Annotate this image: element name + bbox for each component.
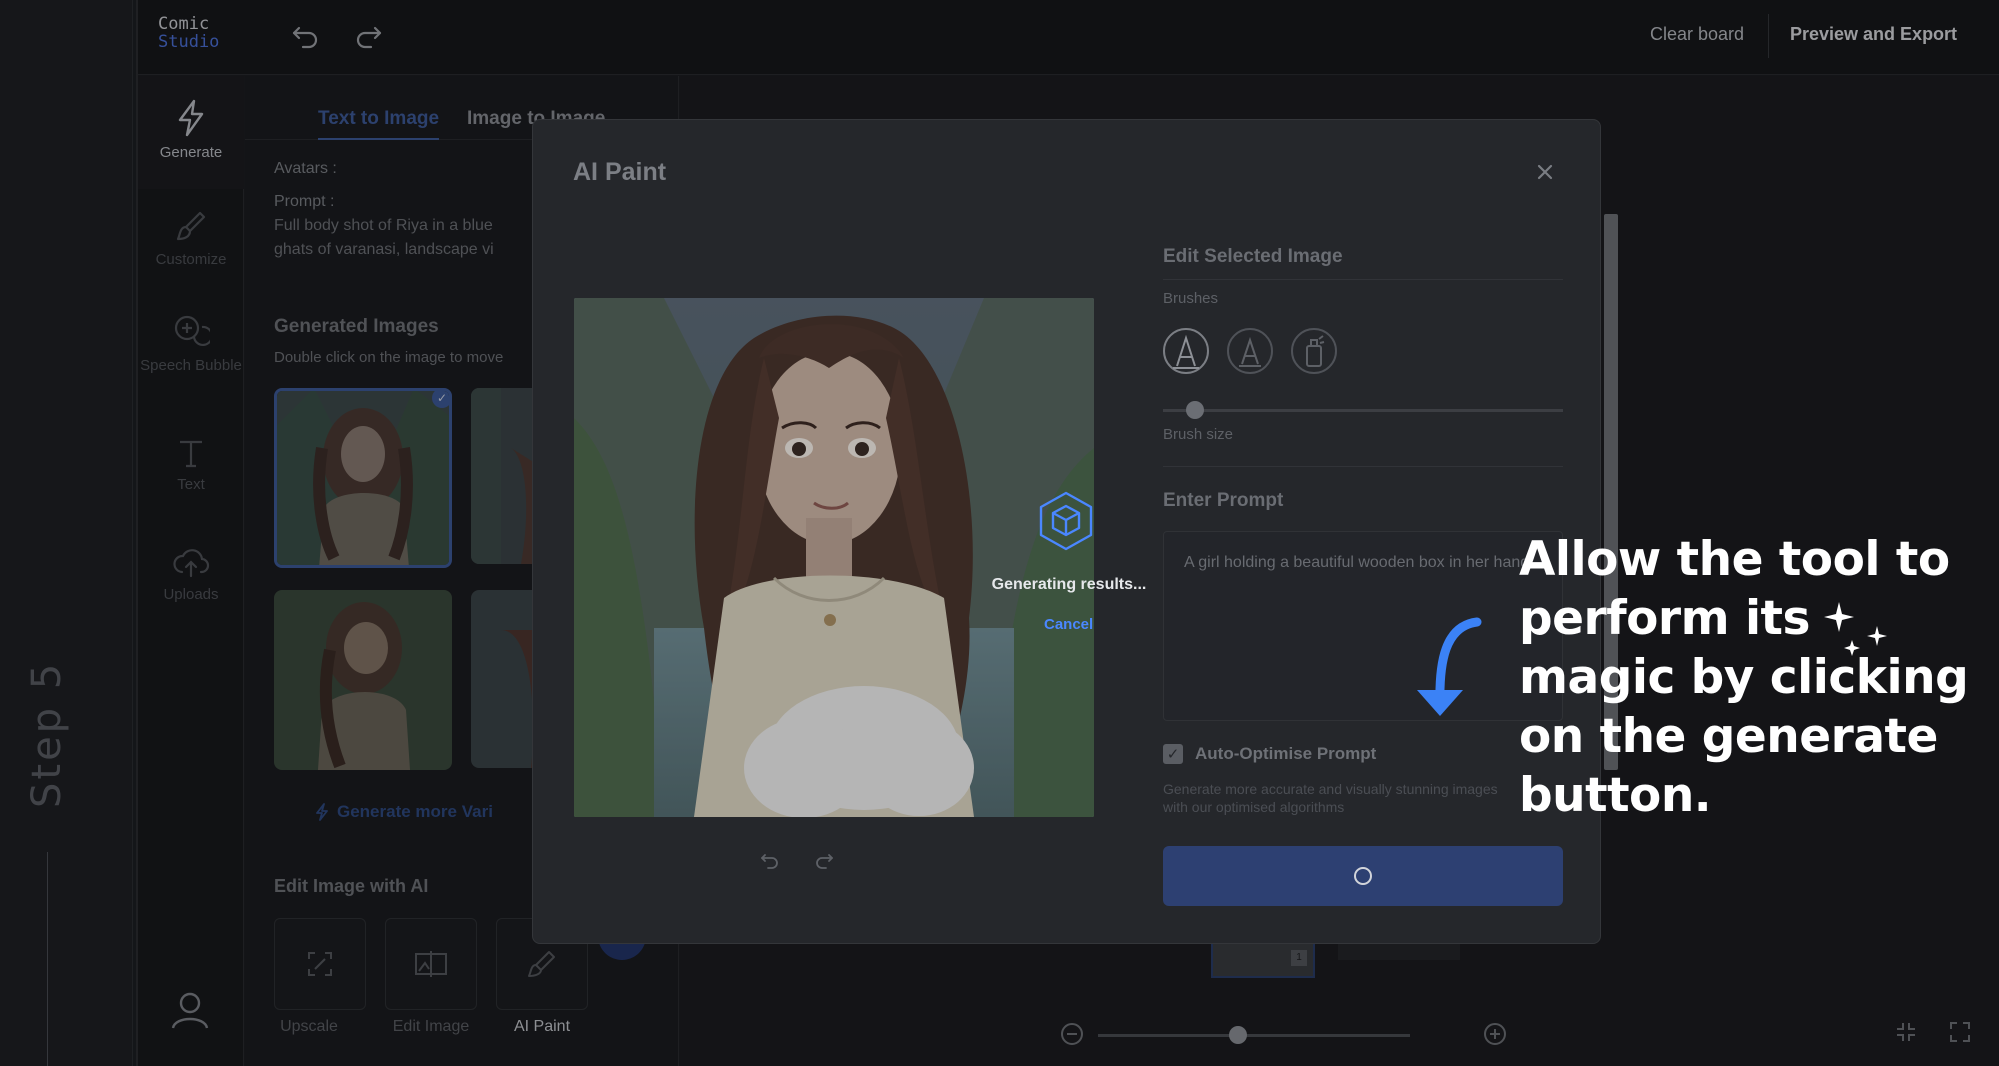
brush-type-1[interactable] (1163, 328, 1209, 374)
prompt-value: A girl holding a beautiful wooden box in… (1184, 554, 1530, 571)
annotation-arrow-icon (1417, 617, 1482, 716)
modal-title: AI Paint (573, 158, 667, 186)
brushes-label: Brushes (1163, 290, 1219, 307)
paint-canvas-image[interactable] (574, 298, 1094, 817)
cancel-generation-button[interactable]: Cancel (1044, 616, 1093, 633)
cube-icon (1038, 490, 1094, 552)
prompt-textarea[interactable]: A girl holding a beautiful wooden box in… (1163, 531, 1563, 721)
generate-button[interactable] (1163, 846, 1563, 906)
loading-spinner-icon (1354, 867, 1372, 885)
divider (1163, 466, 1563, 467)
brush-size-label: Brush size (1163, 426, 1234, 443)
auto-optimise-checkbox[interactable]: ✓ (1163, 744, 1183, 764)
auto-optimise-description: Generate more accurate and visually stun… (1163, 781, 1498, 815)
divider (1163, 279, 1563, 280)
close-icon[interactable] (1533, 160, 1557, 184)
screen: Step 5 Comic Studio Clear board Preview … (0, 0, 1999, 1066)
ai-paint-modal: AI Paint Generating results... Cancel Ed… (532, 119, 1601, 944)
redo-icon[interactable] (813, 850, 835, 872)
marker-brush-icon (1239, 336, 1261, 367)
auto-optimise-label: Auto-Optimise Prompt (1195, 744, 1377, 763)
brush-size-slider-handle[interactable] (1186, 401, 1204, 419)
edit-selected-heading: Edit Selected Image (1163, 246, 1343, 267)
sparkle-icon (1824, 602, 1887, 656)
brush-type-2[interactable] (1227, 328, 1273, 374)
brush-size-slider-track[interactable] (1163, 409, 1563, 412)
generating-status: Generating results... (991, 576, 1147, 593)
enter-prompt-heading: Enter Prompt (1163, 490, 1284, 511)
brush-type-3[interactable] (1291, 328, 1337, 374)
spray-brush-icon (1306, 335, 1325, 367)
tutorial-annotation: Allow the tool to perform its magic by c… (1519, 532, 1969, 823)
pencil-brush-icon (1173, 334, 1199, 369)
undo-icon[interactable] (759, 850, 781, 872)
